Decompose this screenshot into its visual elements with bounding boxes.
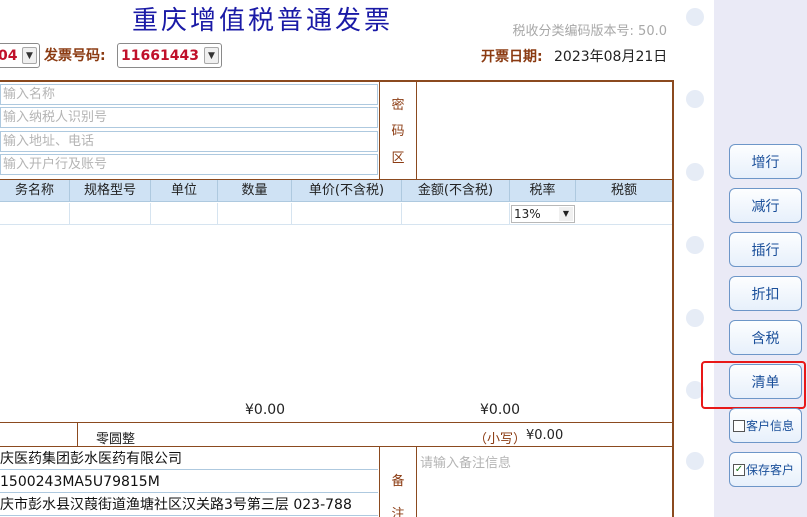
table-row[interactable]: 13% ▼: [0, 203, 672, 225]
save-customer-label: 保存客户: [746, 463, 795, 477]
divider: [77, 422, 78, 446]
divider: [416, 82, 417, 179]
insert-row-button[interactable]: 插行: [729, 232, 802, 267]
tax-inclusive-button[interactable]: 含税: [729, 320, 802, 355]
invoice-code-select[interactable]: 04 ▼: [0, 43, 40, 68]
cell-goods-name[interactable]: [0, 203, 70, 225]
col-tax-amount: 税额: [610, 183, 637, 198]
beizhu-char: 备: [391, 474, 405, 489]
decorative-dot: [686, 452, 704, 470]
delete-row-button[interactable]: 减行: [729, 188, 802, 223]
cell-amount[interactable]: [402, 203, 510, 225]
beizhu-char: 注: [391, 507, 405, 517]
version-label: 税收分类编码版本号: 50.0: [512, 24, 667, 39]
cell-unit[interactable]: [151, 203, 218, 225]
discount-button[interactable]: 折扣: [729, 276, 802, 311]
add-row-button[interactable]: 增行: [729, 144, 802, 179]
divider: [416, 446, 417, 517]
invoice-number-label: 发票号码:: [44, 48, 106, 64]
col-unit-price: 单价(不含税): [292, 180, 402, 202]
seller-name[interactable]: 庆医药集团彭水医药有限公司: [0, 448, 378, 470]
customer-info-label: 客户信息: [746, 419, 795, 433]
decorative-dot: [686, 309, 704, 327]
col-unit: 单位: [151, 180, 218, 202]
seller-address[interactable]: 庆市彭水县汉葭街道渔塘社区汉关路3号第三层 023-788: [0, 494, 378, 516]
cell-unit-price[interactable]: [292, 203, 402, 225]
invoice-number-value: 11661443: [121, 47, 199, 64]
seller-taxid[interactable]: 1500243MA5U79815M: [0, 471, 378, 493]
buyer-bank-input[interactable]: 输入开户行及账号: [0, 154, 378, 175]
invoice-panel: 重庆增值税普通发票 税收分类编码版本号: 50.0 04 ▼ 发票号码: 116…: [0, 0, 714, 517]
invoice-title: 重庆增值税普通发票: [132, 6, 394, 36]
col-quantity: 数量: [218, 180, 292, 202]
cell-quantity[interactable]: [218, 203, 292, 225]
small-amount-label: （小写）: [474, 432, 527, 447]
cell-tax-amount[interactable]: [576, 203, 672, 225]
total-tax: ¥0.00: [480, 402, 521, 418]
invoice-number-select[interactable]: 11661443 ▼: [117, 43, 222, 68]
invoice-date-value: 2023年08月21日: [554, 49, 668, 65]
divider: [0, 422, 672, 423]
invoice-date-label: 开票日期:: [481, 49, 543, 65]
remark-input[interactable]: 请输入备注信息: [420, 452, 511, 471]
goods-table-header: 务名称 规格型号 单位 数量 单价(不含税) 金额(不含税) 税率 税额: [0, 180, 672, 202]
tax-rate-value: 13%: [514, 207, 541, 221]
highlight-box: [701, 361, 806, 409]
mima-char: 码: [391, 124, 405, 140]
decorative-dot: [686, 8, 704, 26]
invoice-code-value: 04: [0, 47, 18, 64]
col-spec: 规格型号: [70, 180, 151, 202]
col-amount: 金额(不含税): [402, 180, 510, 202]
save-customer-button[interactable]: ✓ 保存客户: [729, 452, 802, 487]
buyer-address-input[interactable]: 输入地址、电话: [0, 131, 378, 152]
tax-rate-select[interactable]: 13% ▼: [511, 205, 575, 223]
mima-char: 密: [391, 97, 405, 113]
checkbox-unchecked-icon[interactable]: [733, 419, 745, 432]
decorative-dot: [686, 236, 704, 254]
col-goods-name: 务名称: [0, 180, 70, 202]
divider: [0, 446, 672, 447]
col-tax-rate: 税率: [510, 180, 576, 202]
remark-label: 备 注: [380, 448, 416, 517]
chevron-down-icon: ▼: [22, 47, 37, 64]
buyer-name-input[interactable]: 输入名称: [0, 84, 378, 105]
total-amount: ¥0.00: [245, 402, 286, 418]
small-amount-value: ¥0.00: [526, 428, 564, 443]
decorative-dot: [686, 90, 704, 108]
chevron-down-icon: ▼: [204, 47, 219, 64]
mima-char: 区: [391, 151, 405, 167]
customer-info-button[interactable]: 客户信息: [729, 408, 802, 443]
amount-in-words: 零圆整: [96, 432, 136, 447]
chevron-down-icon: ▼: [559, 207, 573, 221]
invoice-frame: 输入名称 输入纳税人识别号 输入地址、电话 输入开户行及账号 密 码 区 务名称…: [0, 80, 674, 517]
password-zone-label: 密 码 区: [380, 82, 416, 178]
cell-spec[interactable]: [70, 203, 151, 225]
checkbox-checked-icon[interactable]: ✓: [733, 463, 745, 476]
buyer-taxid-input[interactable]: 输入纳税人识别号: [0, 107, 378, 128]
decorative-dot: [686, 163, 704, 181]
